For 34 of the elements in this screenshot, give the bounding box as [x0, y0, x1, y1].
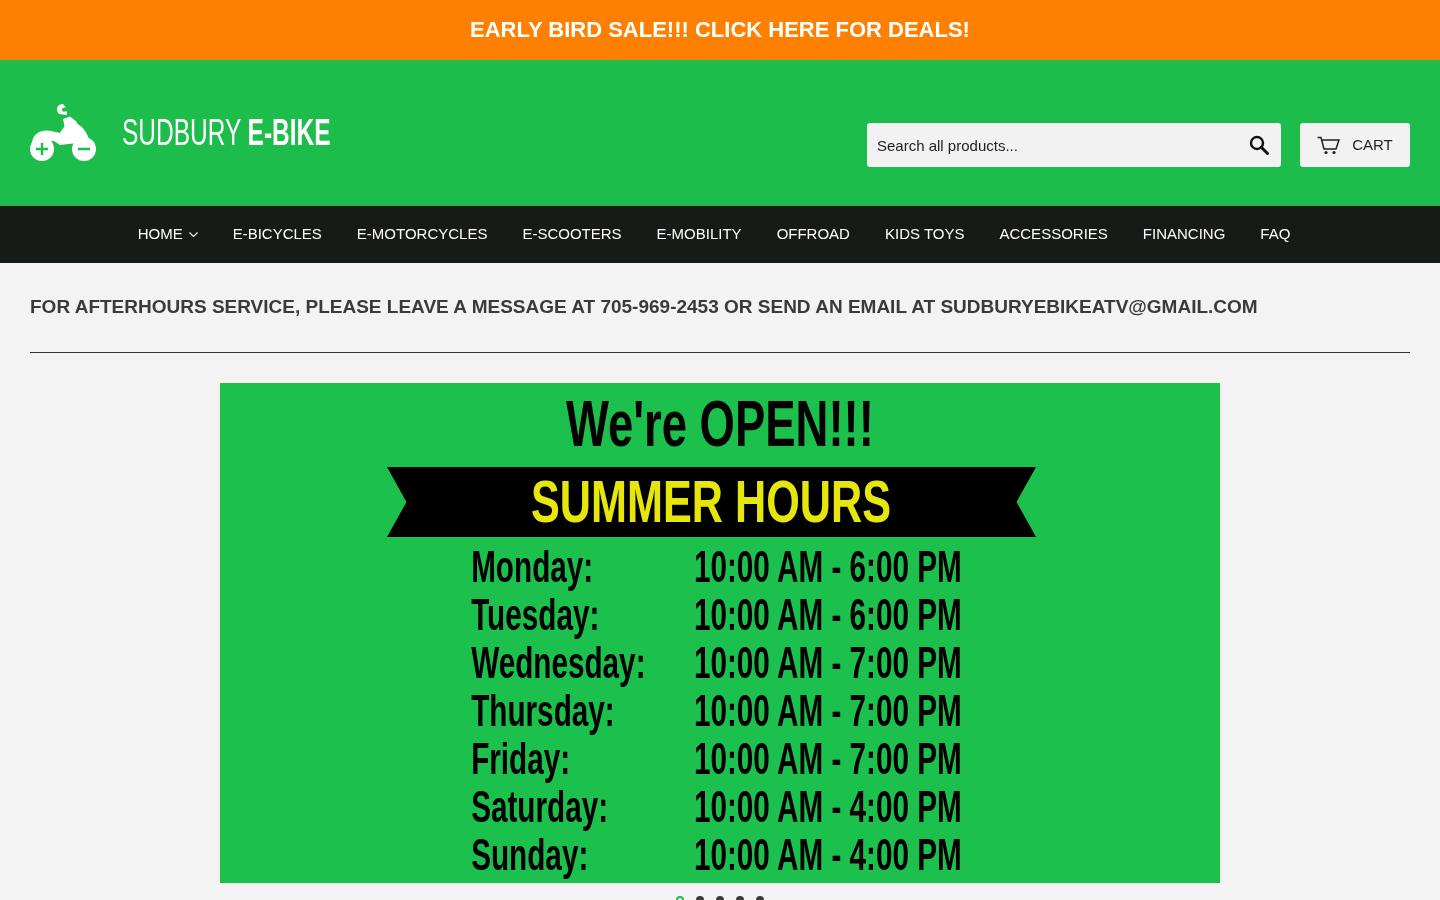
nav-link[interactable]: ACCESSORIES	[999, 223, 1108, 246]
day-label: Wednesday:	[470, 639, 646, 687]
nav-link[interactable]: OFFROAD	[776, 223, 850, 246]
nav-link[interactable]: KIDS TOYS	[884, 223, 965, 246]
nav-link[interactable]: E-SCOOTERS	[522, 223, 622, 246]
search-button[interactable]	[1236, 123, 1281, 167]
day-label: Monday:	[470, 543, 593, 591]
ribbon-text: SUMMER HOURS	[531, 472, 892, 532]
headline-text: We're OPEN!!!	[566, 392, 874, 456]
search-field[interactable]: Search all products...	[867, 123, 1236, 167]
day-label: Tuesday:	[470, 591, 599, 639]
nav-link[interactable]: E-BICYCLES	[232, 223, 322, 246]
cart-icon	[1317, 135, 1341, 155]
hours-text: 10:00 AM - 6:00 PM	[693, 543, 962, 591]
day-label: Saturday:	[470, 783, 608, 831]
day-label: Friday:	[470, 735, 570, 783]
day-label: Thursday:	[470, 687, 615, 735]
motorbike-icon	[30, 104, 96, 162]
nav-link[interactable]: E-MOBILITY	[656, 223, 742, 246]
nav-link[interactable]: FINANCING	[1142, 223, 1226, 246]
hours-text: 10:00 AM - 4:00 PM	[693, 831, 962, 879]
nav-link[interactable]: HOME	[137, 223, 198, 246]
hours-text: 10:00 AM - 7:00 PM	[693, 735, 962, 783]
cart-button[interactable]: CART	[1300, 123, 1410, 167]
search-icon	[1248, 135, 1269, 155]
hours-text: 10:00 AM - 7:00 PM	[693, 639, 962, 687]
hours-text: 10:00 AM - 4:00 PM	[693, 783, 962, 831]
nav-link[interactable]: E-MOTORCYCLES	[356, 223, 488, 246]
chevron-down-icon	[188, 232, 198, 237]
day-label: Sunday:	[470, 831, 588, 879]
hours-text: 10:00 AM - 7:00 PM	[693, 687, 962, 735]
hours-text: 10:00 AM - 6:00 PM	[693, 591, 962, 639]
nav-link[interactable]: FAQ	[1260, 223, 1291, 246]
notice-text: FOR AFTERHOURS SERVICE, PLEASE LEAVE A MESSAGE AT 705-969-2453 OR SEND AN EMAIL AT SUDBURYEBIKEATV@GMAIL.COM	[30, 295, 1259, 319]
